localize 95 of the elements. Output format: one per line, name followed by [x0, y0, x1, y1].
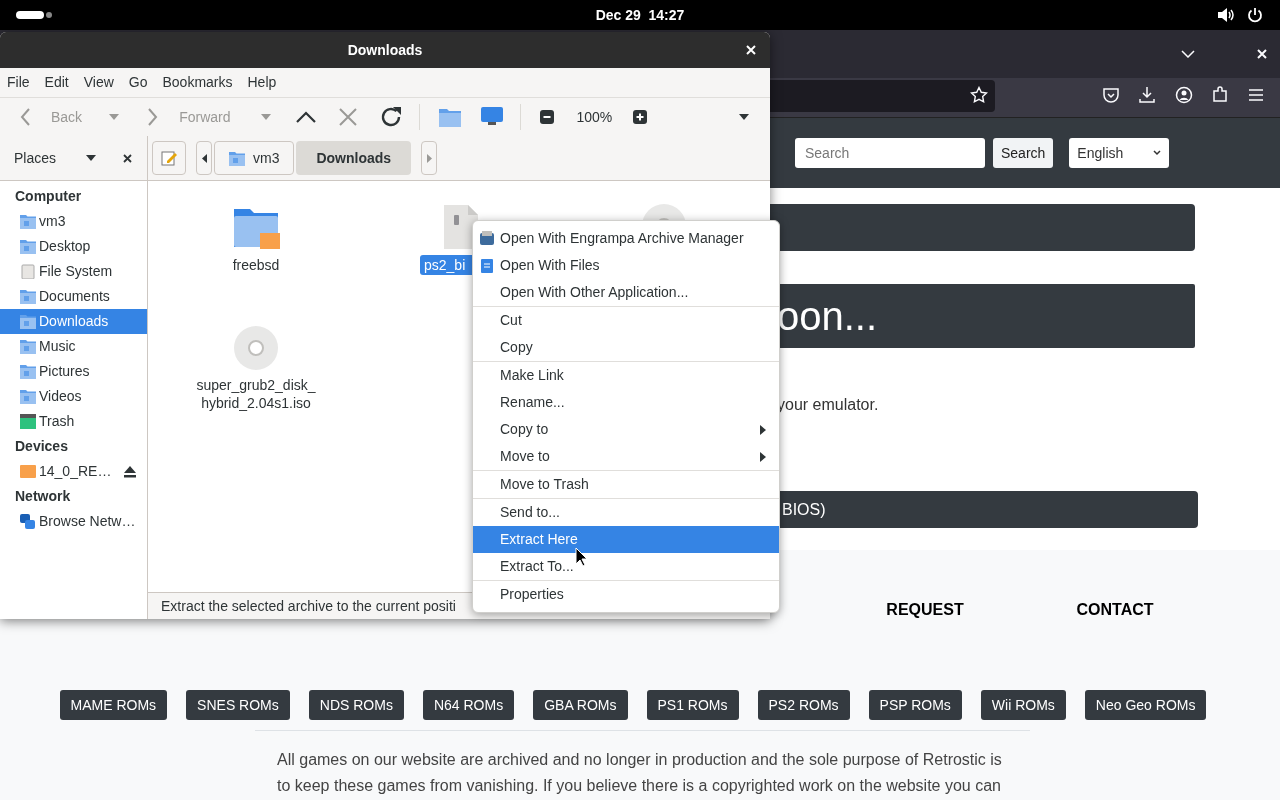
disclaimer-text: All games on our website are archived and no longer in production and the sole purpose of Retrostic is to keep these games from vanishing. If you believe there is a copyrighted work on the website you can [277, 750, 1003, 796]
category-button[interactable]: MAME ROMs [59, 690, 168, 720]
path-button[interactable]: Downloads [296, 141, 412, 175]
folder-icon [229, 150, 245, 166]
sidebar-item[interactable]: Trash [0, 409, 147, 434]
folder-icon [20, 214, 36, 229]
menu-item[interactable]: Go [128, 72, 148, 93]
heading: oon... [777, 296, 878, 336]
section-title: BIOS) [782, 499, 826, 520]
sidebar-item[interactable]: Videos [0, 384, 147, 409]
close-icon[interactable] [123, 153, 133, 163]
right-arrow-icon [426, 153, 432, 163]
drive-icon [20, 264, 36, 279]
menu-item[interactable]: Move to Trash [473, 471, 779, 498]
caret-down-icon[interactable] [738, 114, 751, 120]
network-icon [20, 513, 36, 530]
sidebar-item[interactable]: vm3 [0, 209, 147, 234]
folder-icon [20, 339, 36, 354]
menu-item[interactable]: Edit [44, 72, 69, 93]
menu-item[interactable]: Cut [473, 307, 779, 334]
volume-icon[interactable] [1217, 7, 1235, 23]
window-title: Downloads [347, 40, 423, 60]
star-icon[interactable] [970, 86, 988, 104]
sidebar-item[interactable]: Pictures [0, 359, 147, 384]
menu-item[interactable]: Open With Other Application... [473, 279, 779, 306]
reload-icon [380, 106, 403, 128]
category-button[interactable]: GBA ROMs [533, 690, 628, 720]
menu-item[interactable]: View [83, 72, 114, 93]
zoom-in-icon[interactable] [633, 110, 648, 124]
nav-link[interactable]: REQUEST [830, 598, 1020, 622]
menu-item[interactable]: Move to [473, 443, 779, 470]
search-field[interactable]: Search [795, 138, 985, 168]
pencil-icon [161, 150, 177, 166]
sidebar-item[interactable]: Browse Netw… [0, 509, 147, 534]
download-icon[interactable] [1138, 86, 1156, 104]
sidebar-item[interactable]: File System [0, 259, 147, 284]
activities-icon[interactable] [16, 11, 52, 19]
menu-icon[interactable] [1247, 86, 1265, 104]
clock[interactable]: Dec 29 14:27 [560, 0, 720, 30]
sidebar-item[interactable]: Downloads [0, 309, 147, 334]
sidebar-item[interactable]: Desktop [0, 234, 147, 259]
caret-down-icon[interactable] [86, 155, 97, 161]
left-arrow-icon [201, 153, 207, 163]
pocket-icon[interactable] [1102, 86, 1120, 104]
document-icon [481, 259, 493, 273]
category-button[interactable]: PS1 ROMs [646, 690, 739, 720]
menu-item[interactable]: Extract Here [473, 526, 779, 553]
folder-icon [20, 389, 36, 404]
folder-icon [20, 239, 36, 254]
section-heading: Computer [14, 187, 83, 206]
chevron-down-icon[interactable] [1181, 50, 1195, 58]
scroll-right-button[interactable] [421, 141, 438, 175]
chevron-down-icon [1153, 150, 1162, 156]
sidebar-item[interactable]: 14_0_RE… [0, 459, 147, 484]
category-button[interactable]: NDS ROMs [308, 690, 404, 720]
category-button[interactable]: PS2 ROMs [757, 690, 850, 720]
eject-icon[interactable] [123, 465, 137, 478]
zoom-level: 100% [576, 107, 613, 127]
folder-icon [20, 289, 36, 304]
menu-item[interactable]: Send to... [473, 499, 779, 526]
drive-icon [20, 464, 36, 479]
scroll-left-button[interactable] [196, 141, 212, 175]
language-select[interactable]: English [1069, 138, 1170, 168]
category-button[interactable]: Wii ROMs [980, 690, 1066, 720]
menu-item[interactable]: Bookmarks [162, 72, 233, 93]
folder-icon [20, 364, 36, 379]
menu-item[interactable]: Open With Engrampa Archive Manager [473, 225, 779, 252]
category-button[interactable]: N64 ROMs [422, 690, 515, 720]
folder-icon [20, 314, 36, 329]
mouse-pointer-icon [575, 547, 588, 567]
menu-item[interactable]: Help [247, 72, 277, 93]
monitor-icon[interactable] [480, 106, 505, 128]
nav-link[interactable]: CONTACT [1020, 598, 1210, 622]
category-button[interactable]: Neo Geo ROMs [1084, 690, 1207, 720]
menu-item[interactable]: Extract To... [473, 553, 779, 580]
menu-item[interactable]: Make Link [473, 362, 779, 389]
zoom-out-icon[interactable] [540, 110, 555, 124]
section-heading: Devices [14, 437, 69, 456]
menu-item[interactable]: Copy [473, 334, 779, 361]
places-label[interactable]: Places [14, 147, 57, 169]
sidebar-item[interactable]: Music [0, 334, 147, 359]
power-icon[interactable] [1247, 7, 1263, 23]
search-button[interactable]: Search [993, 138, 1054, 168]
stop-icon [339, 108, 358, 126]
menu-item[interactable]: Rename... [473, 389, 779, 416]
sidebar-item[interactable]: Documents [0, 284, 147, 309]
menu-item[interactable]: Copy to [473, 416, 779, 443]
trash-icon [20, 414, 36, 429]
menu-item[interactable]: File [7, 72, 30, 93]
section-heading: Network [14, 487, 72, 506]
account-icon[interactable] [1175, 86, 1193, 104]
category-button[interactable]: SNES ROMs [186, 690, 290, 720]
path-button[interactable]: vm3 [214, 141, 295, 175]
puzzle-icon[interactable] [1211, 86, 1229, 104]
category-button[interactable]: PSP ROMs [868, 690, 962, 720]
